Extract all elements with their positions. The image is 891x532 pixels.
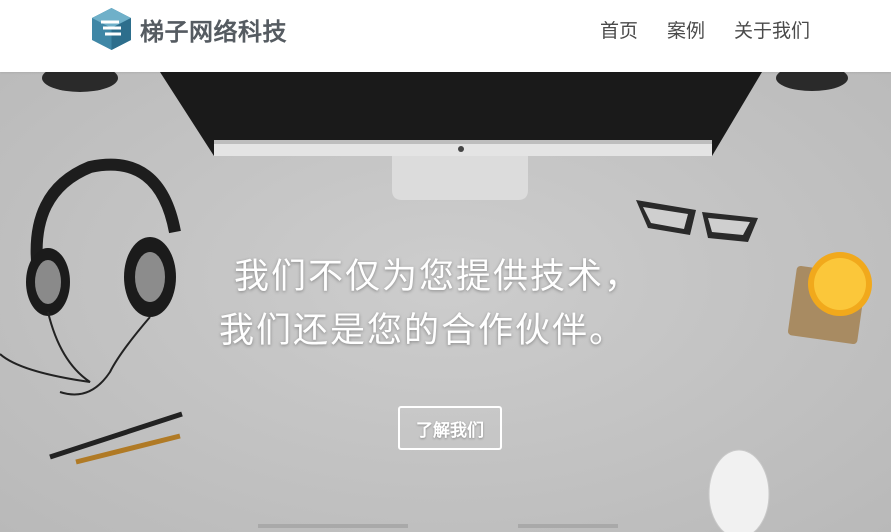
brand[interactable]: 梯子网络科技 <box>91 7 287 51</box>
monitor-icon <box>160 72 762 200</box>
speaker-left-icon <box>42 72 118 92</box>
site-header: 梯子网络科技 首页 案例 关于我们 <box>0 0 891 72</box>
glasses-icon <box>636 200 758 242</box>
main-nav: 首页 案例 关于我们 <box>571 18 810 44</box>
pencil-yellow-icon <box>75 433 181 465</box>
hero-line-1: 我们不仅为您提供技术， <box>234 257 642 297</box>
hero-banner: 我们不仅为您提供技术， 我们还是您的合作伙伴。 了解我们 <box>0 72 891 532</box>
brand-name: 梯子网络科技 <box>140 17 287 46</box>
juice-glass-icon <box>787 252 872 345</box>
nav-item-about[interactable]: 关于我们 <box>734 18 810 44</box>
trackpad-edge-icon <box>518 524 618 528</box>
keyboard-edge-icon <box>258 524 408 528</box>
cube-logo-icon <box>92 8 131 50</box>
hero-line-2: 我们还是您的合作伙伴。 <box>219 311 627 351</box>
headphones-icon <box>0 158 181 396</box>
learn-more-button[interactable]: 了解我们 <box>398 406 502 450</box>
speaker-right-icon <box>776 72 848 91</box>
nav-item-cases[interactable]: 案例 <box>667 18 705 44</box>
nav-item-home[interactable]: 首页 <box>600 18 638 44</box>
mouse-icon <box>708 449 770 532</box>
